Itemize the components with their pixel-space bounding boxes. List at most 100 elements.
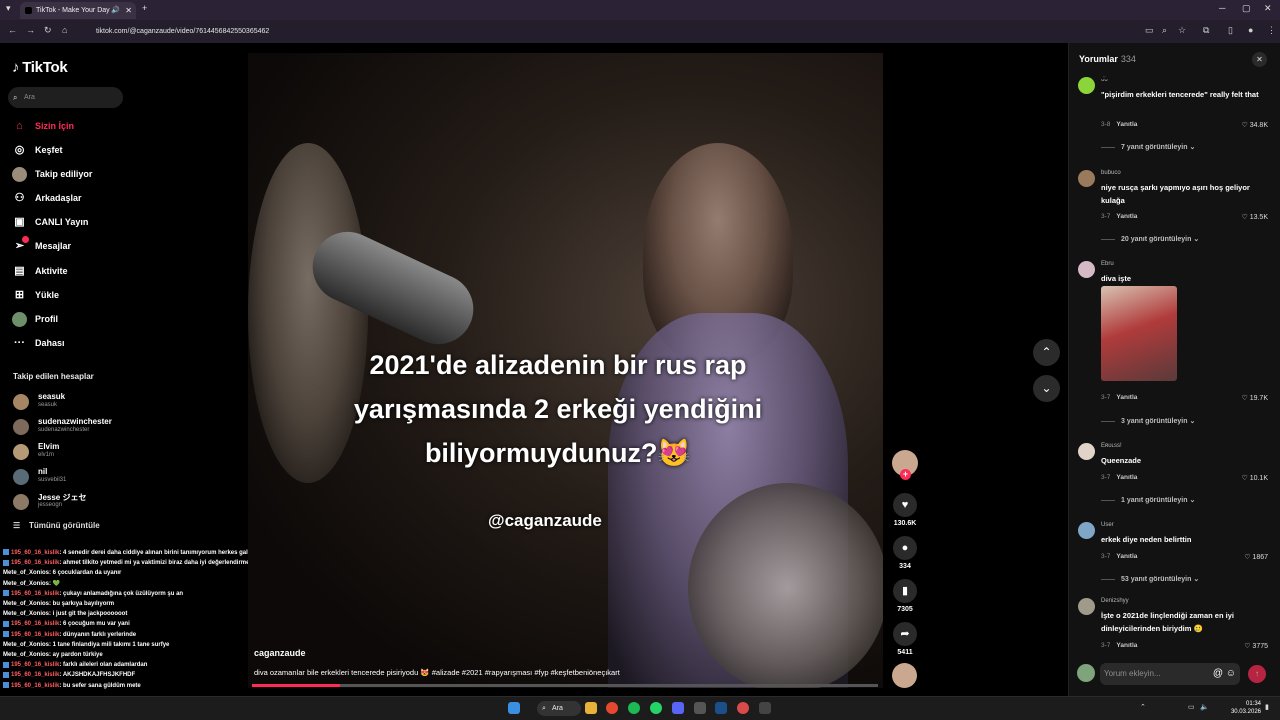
url-field[interactable]: tiktok.com/@caganzaude/video/76144568425… xyxy=(85,24,1135,39)
follow-plus-icon[interactable]: + xyxy=(900,469,911,480)
video-progress-bar[interactable] xyxy=(252,684,878,687)
comment-user[interactable]: ᴗ̈ᴗ xyxy=(1101,77,1108,83)
avatar[interactable] xyxy=(1078,598,1095,615)
comment-user[interactable]: Eʀᴜʟss! xyxy=(1101,443,1122,449)
following-account[interactable]: seasuk seasuk xyxy=(13,391,213,413)
share-button[interactable]: ➦ 5411 xyxy=(888,622,922,656)
nav-live[interactable]: ▣ CANLI Yayın xyxy=(12,213,88,231)
nav-messages[interactable]: ➢ Mesajlar xyxy=(12,236,71,255)
browser-tab[interactable]: TikTok - Make Your Day 🔊 ✕ xyxy=(20,2,136,19)
browser-menu-icon[interactable]: ▾ xyxy=(6,3,11,14)
avatar[interactable] xyxy=(1078,261,1095,278)
previous-video-button[interactable]: ⌃ xyxy=(1033,339,1060,366)
nav-for-you[interactable]: ⌂ Sizin İçin xyxy=(12,117,74,135)
steam-icon[interactable] xyxy=(715,702,727,714)
nav-profile[interactable]: Profil xyxy=(12,310,58,328)
nav-more[interactable]: ··· Dahası xyxy=(12,334,65,352)
tray-chevron-icon[interactable]: ⌃ xyxy=(1140,703,1146,711)
reply-button[interactable]: Yanıtla xyxy=(1116,394,1137,401)
avatar[interactable] xyxy=(1078,443,1095,460)
discord-icon[interactable] xyxy=(672,702,684,714)
minimize-icon[interactable]: ─ xyxy=(1219,3,1225,13)
following-account[interactable]: Jesse ジェセ jesseogn xyxy=(13,491,213,513)
view-replies-button[interactable]: 53 yanıt görüntüleyin ⌄ xyxy=(1101,575,1199,583)
windows-start-icon[interactable] xyxy=(508,702,520,714)
reply-button[interactable]: Yanıtla xyxy=(1116,474,1137,481)
view-replies-button[interactable]: 3 yanıt görüntüleyin ⌄ xyxy=(1101,417,1195,425)
comment-image[interactable] xyxy=(1101,286,1177,381)
nav-friends[interactable]: ⚇ Arkadaşlar xyxy=(12,189,82,207)
avatar[interactable] xyxy=(1078,170,1095,187)
following-account[interactable]: Elvim elv1m xyxy=(13,441,213,463)
network-icon[interactable]: ▭ xyxy=(1188,703,1195,711)
view-replies-button[interactable]: 7 yanıt görüntüleyin ⌄ xyxy=(1101,143,1195,151)
sidepanel-icon[interactable]: ▯ xyxy=(1228,25,1233,36)
save-button[interactable]: ▮ 7305 xyxy=(888,579,922,613)
following-account[interactable]: sudenazwinchester sudenazwinchester xyxy=(13,416,213,438)
music-disc-avatar[interactable] xyxy=(892,663,917,688)
see-all-link[interactable]: ☰ Tümünü görüntüle xyxy=(13,521,100,530)
nav-activity[interactable]: ▤ Aktivite xyxy=(12,262,67,280)
notification-icon[interactable]: ▮ xyxy=(1265,703,1269,711)
avatar[interactable] xyxy=(1078,77,1095,94)
mention-emoji-icons[interactable]: @ ☺ xyxy=(1213,663,1236,685)
browser-app-icon[interactable] xyxy=(737,702,749,714)
comment-user[interactable]: bubuco xyxy=(1101,170,1121,176)
send-comment-button[interactable]: ↑ xyxy=(1248,665,1266,683)
comment-button[interactable]: ● 334 xyxy=(888,536,922,570)
nav-explore[interactable]: ◎ Keşfet xyxy=(12,141,63,159)
nav-following[interactable]: Takip ediliyor xyxy=(12,165,92,183)
back-icon[interactable]: ← xyxy=(8,25,17,35)
video-player[interactable]: 2021'de alizadenin bir rus rap yarışması… xyxy=(248,53,883,688)
view-replies-button[interactable]: 1 yanıt görüntüleyin ⌄ xyxy=(1101,496,1195,504)
creator-avatar[interactable]: + xyxy=(888,450,922,480)
tab-close-icon[interactable]: ✕ xyxy=(125,2,132,19)
window-close-icon[interactable]: ✕ xyxy=(1264,3,1272,14)
forward-icon[interactable]: → xyxy=(26,25,35,35)
comment-likes[interactable]: ♡ 34.8K xyxy=(1241,121,1268,129)
comment-likes[interactable]: ♡ 3775 xyxy=(1244,642,1268,650)
extensions-icon[interactable]: ⧉ xyxy=(1203,25,1209,36)
avatar[interactable] xyxy=(1078,522,1095,539)
chrome-icon[interactable] xyxy=(606,702,618,714)
whatsapp-icon[interactable] xyxy=(650,702,662,714)
comment-likes[interactable]: ♡ 10.1K xyxy=(1241,474,1268,482)
system-clock[interactable]: 01:34 30.03.2026 xyxy=(1225,700,1261,716)
comment-likes[interactable]: ♡ 13.5K xyxy=(1241,213,1268,221)
app-icon[interactable] xyxy=(694,702,706,714)
nav-upload[interactable]: ⊞ Yükle xyxy=(12,286,59,304)
app-icon[interactable] xyxy=(759,702,771,714)
comment-user[interactable]: User xyxy=(1101,522,1114,528)
view-replies-button[interactable]: 20 yanıt görüntüleyin ⌄ xyxy=(1101,235,1199,243)
reply-button[interactable]: Yanıtla xyxy=(1116,121,1137,128)
speaker-icon[interactable]: 🔊 xyxy=(111,2,120,19)
comment-input[interactable]: Yorum ekleyin... @ ☺ xyxy=(1100,663,1240,685)
spotify-icon[interactable] xyxy=(628,702,640,714)
close-comments-button[interactable]: ✕ xyxy=(1252,52,1267,67)
following-account[interactable]: nil susvebil31 xyxy=(13,466,213,488)
reply-button[interactable]: Yanıtla xyxy=(1116,642,1137,649)
search-input[interactable]: ⌕ Ara xyxy=(8,87,123,108)
comment-likes[interactable]: ♡ 1867 xyxy=(1244,553,1268,561)
next-video-button[interactable]: ⌄ xyxy=(1033,375,1060,402)
reply-button[interactable]: Yanıtla xyxy=(1116,553,1137,560)
tiktok-logo[interactable]: ♪ TikTok xyxy=(12,59,68,76)
zoom-icon[interactable]: ⌕ xyxy=(1162,25,1167,36)
comment-user[interactable]: Ebru xyxy=(1101,261,1114,267)
comment-likes[interactable]: ♡ 19.7K xyxy=(1241,394,1268,402)
bookmark-star-icon[interactable]: ☆ xyxy=(1178,25,1186,36)
comment-user[interactable]: Denizshyy xyxy=(1101,598,1129,604)
home-browser-icon[interactable]: ⌂ xyxy=(62,25,67,35)
reload-icon[interactable]: ↻ xyxy=(44,25,52,36)
volume-icon[interactable]: 🔈 xyxy=(1200,703,1209,711)
browser-menu-dots-icon[interactable]: ⋮ xyxy=(1267,25,1276,36)
reply-button[interactable]: Yanıtla xyxy=(1116,213,1137,220)
like-button[interactable]: ♥ 130.6K xyxy=(888,493,922,527)
new-tab-icon[interactable]: + xyxy=(142,3,147,13)
maximize-icon[interactable]: ▢ xyxy=(1242,3,1251,14)
video-author[interactable]: caganzaude xyxy=(254,648,306,658)
profile-browser-icon[interactable]: ● xyxy=(1248,25,1253,35)
file-explorer-icon[interactable] xyxy=(585,702,597,714)
cast-icon[interactable]: ▭ xyxy=(1145,25,1154,36)
taskbar-search[interactable]: ⌕ Ara xyxy=(537,701,581,716)
